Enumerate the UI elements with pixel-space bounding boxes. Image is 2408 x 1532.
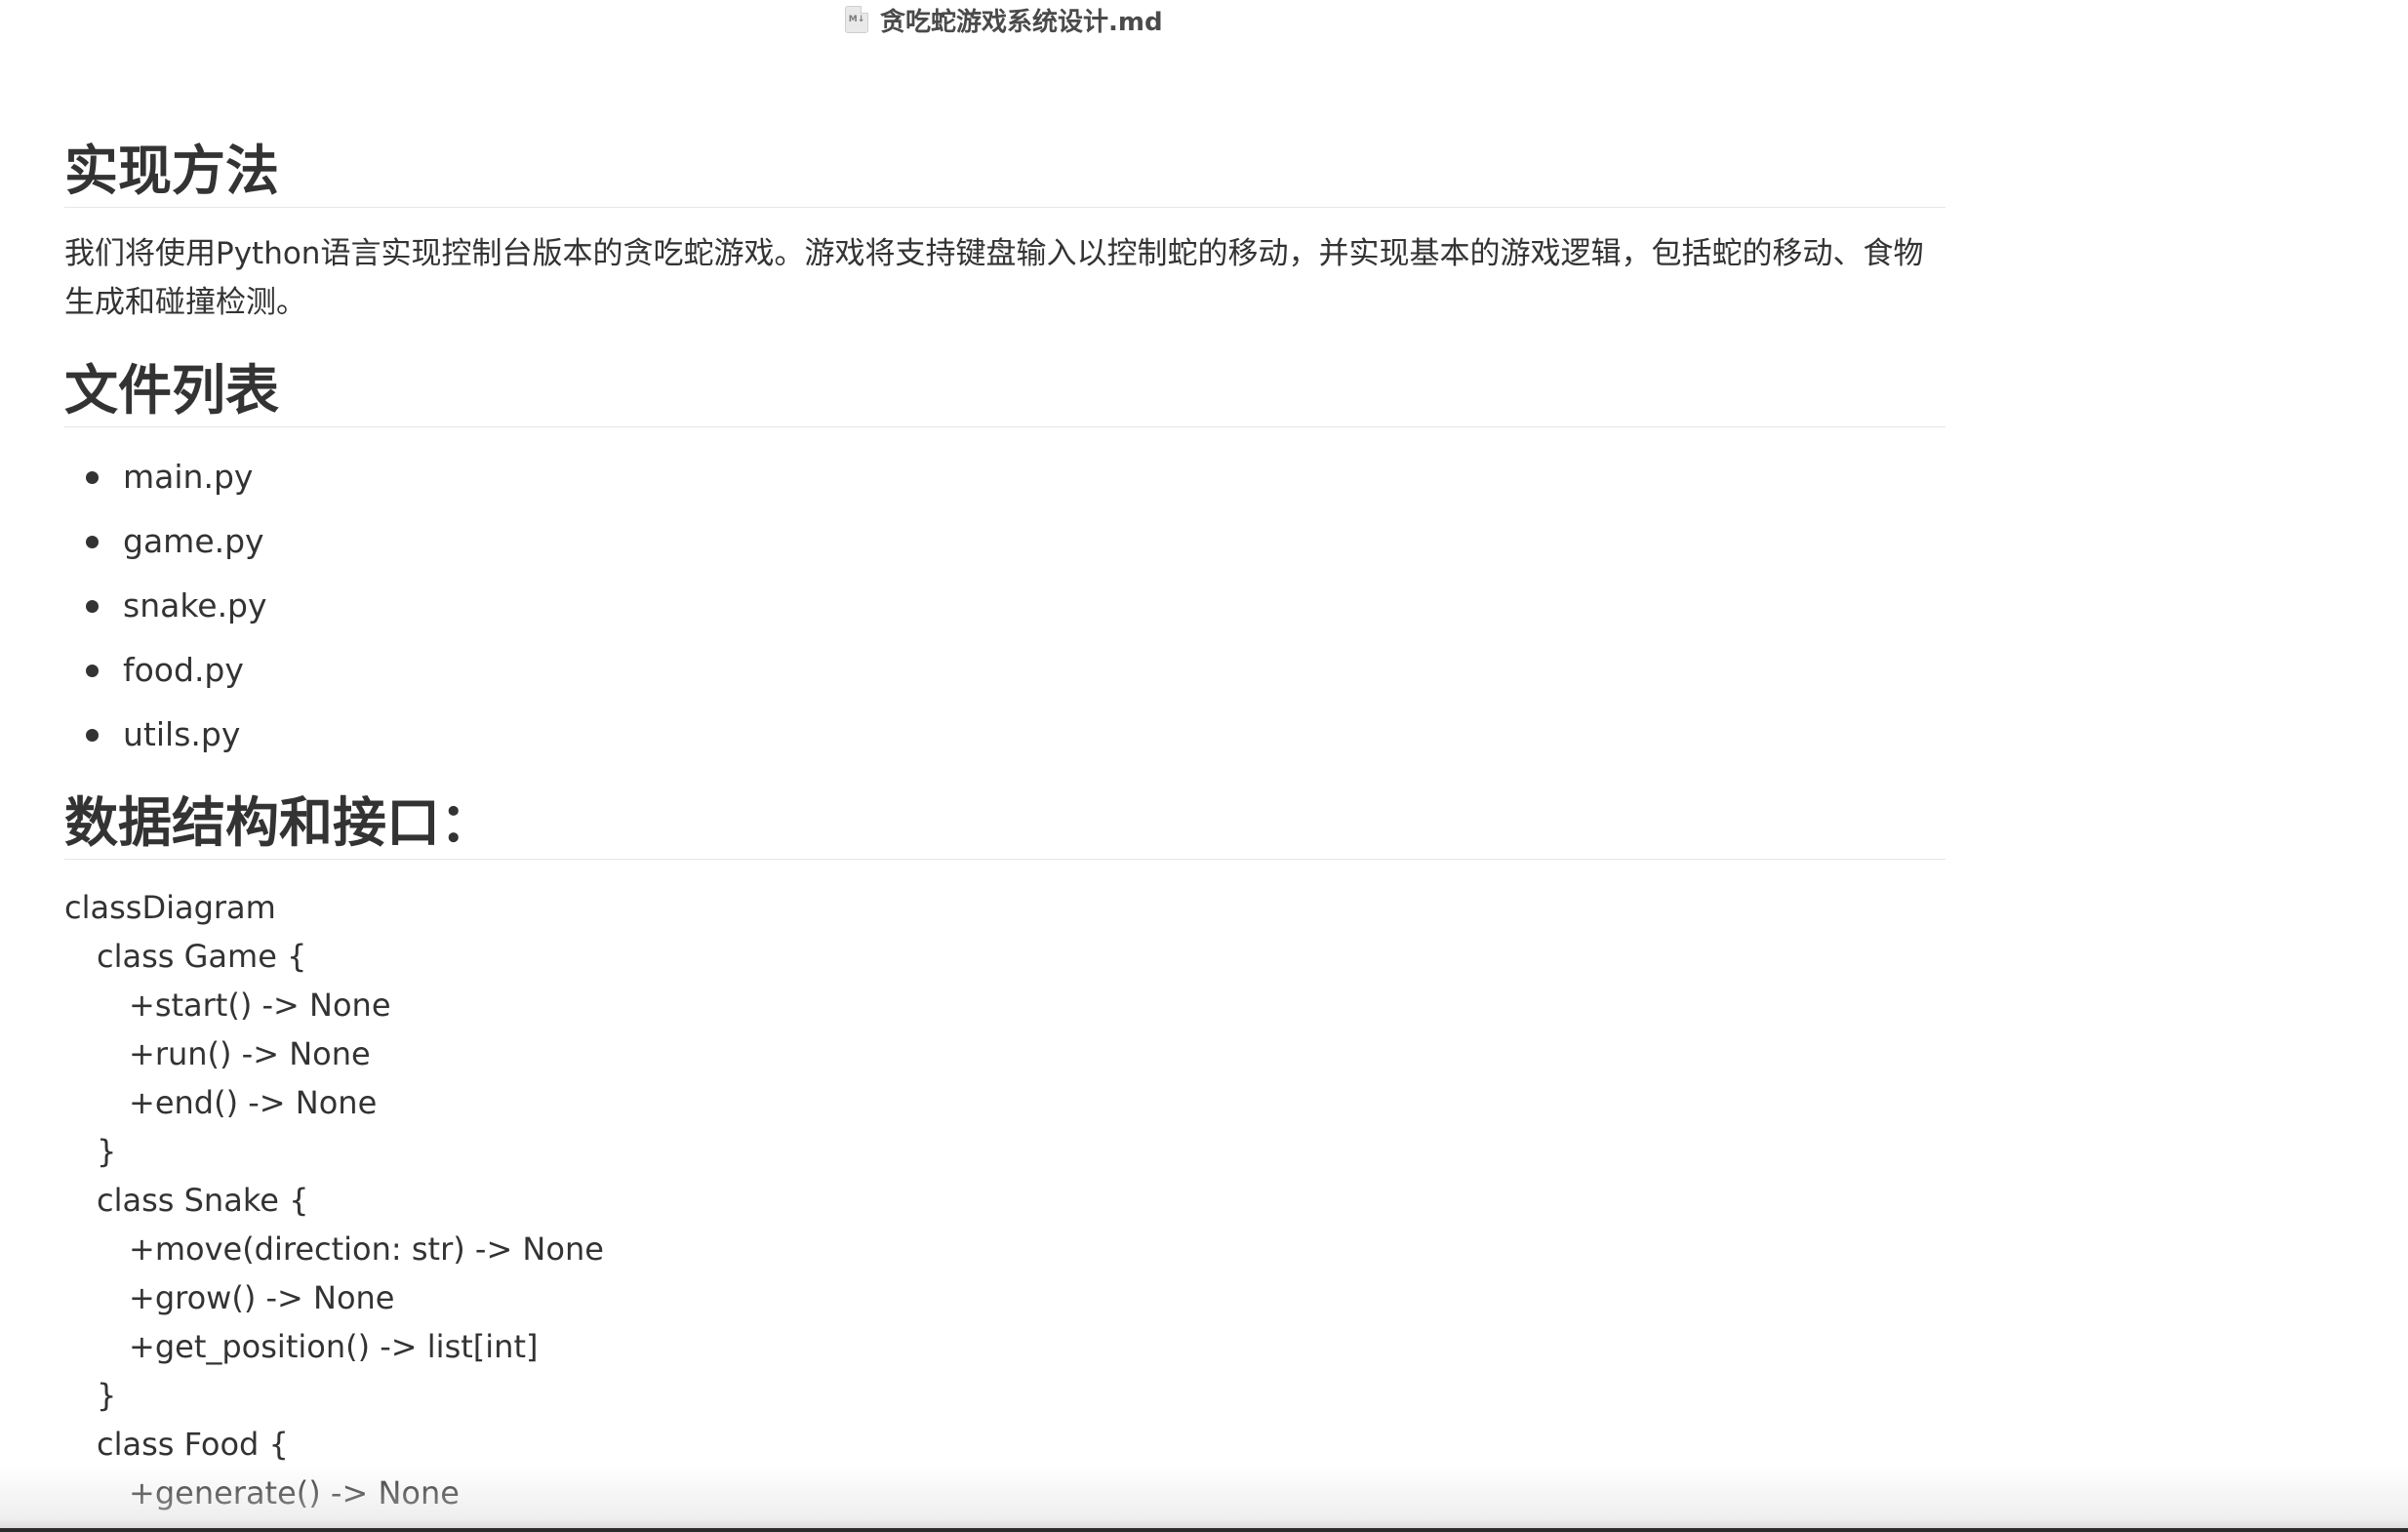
code-line: } [97, 1133, 117, 1170]
code-line: } [97, 1377, 117, 1414]
list-item: snake.py [64, 574, 1946, 638]
bullet-icon [86, 600, 99, 613]
code-line: classDiagram [64, 889, 276, 926]
list-item: game.py [64, 509, 1946, 574]
code-line: class Game { [97, 938, 307, 975]
file-name: utils.py [123, 715, 241, 753]
list-item: main.py [64, 445, 1946, 509]
code-line: +run() -> None [129, 1035, 371, 1072]
heading-file-list: 文件列表 [64, 358, 1946, 427]
implementation-paragraph: 我们将使用Python语言实现控制台版本的贪吃蛇游戏。游戏将支持键盘输入以控制蛇… [64, 236, 1924, 320]
markdown-file-icon: M↓ [845, 6, 868, 33]
window-title: 贪吃蛇游戏系统设计.md [880, 7, 1163, 37]
code-line: class Snake { [97, 1182, 309, 1219]
heading-implementation: 实现方法 [64, 139, 1946, 208]
file-list: main.py game.py snake.py food.py utils.p… [64, 445, 1946, 767]
heading-data-structures: 数据结构和接口： [64, 790, 1946, 860]
code-line: +get_position() -> list[int] [129, 1328, 539, 1365]
list-item: food.py [64, 638, 1946, 703]
bullet-icon [86, 536, 99, 548]
document-content[interactable]: 实现方法 我们将使用Python语言实现控制台版本的贪吃蛇游戏。游戏将支持键盘输… [64, 127, 1946, 1517]
code-line: +grow() -> None [129, 1279, 395, 1316]
bullet-icon [86, 471, 99, 484]
title-group: M↓ 贪吃蛇游戏系统设计.md [845, 2, 1163, 37]
file-name: main.py [123, 458, 254, 496]
class-diagram-block: classDiagram class Game { +start() -> No… [64, 883, 1946, 1517]
code-line: class Food { [97, 1426, 289, 1463]
window-bottom-edge [0, 1528, 2408, 1532]
file-name: snake.py [123, 586, 267, 625]
window-titlebar: M↓ 贪吃蛇游戏系统设计.md [0, 0, 2408, 39]
code-line: +end() -> None [129, 1084, 378, 1121]
code-line: +move(direction: str) -> None [129, 1230, 604, 1268]
bullet-icon [86, 729, 99, 742]
bullet-icon [86, 665, 99, 677]
code-line: +start() -> None [129, 987, 391, 1024]
code-line: +generate() -> None [129, 1474, 460, 1512]
list-item: utils.py [64, 703, 1946, 767]
file-name: food.py [123, 651, 244, 689]
file-name: game.py [123, 522, 264, 560]
